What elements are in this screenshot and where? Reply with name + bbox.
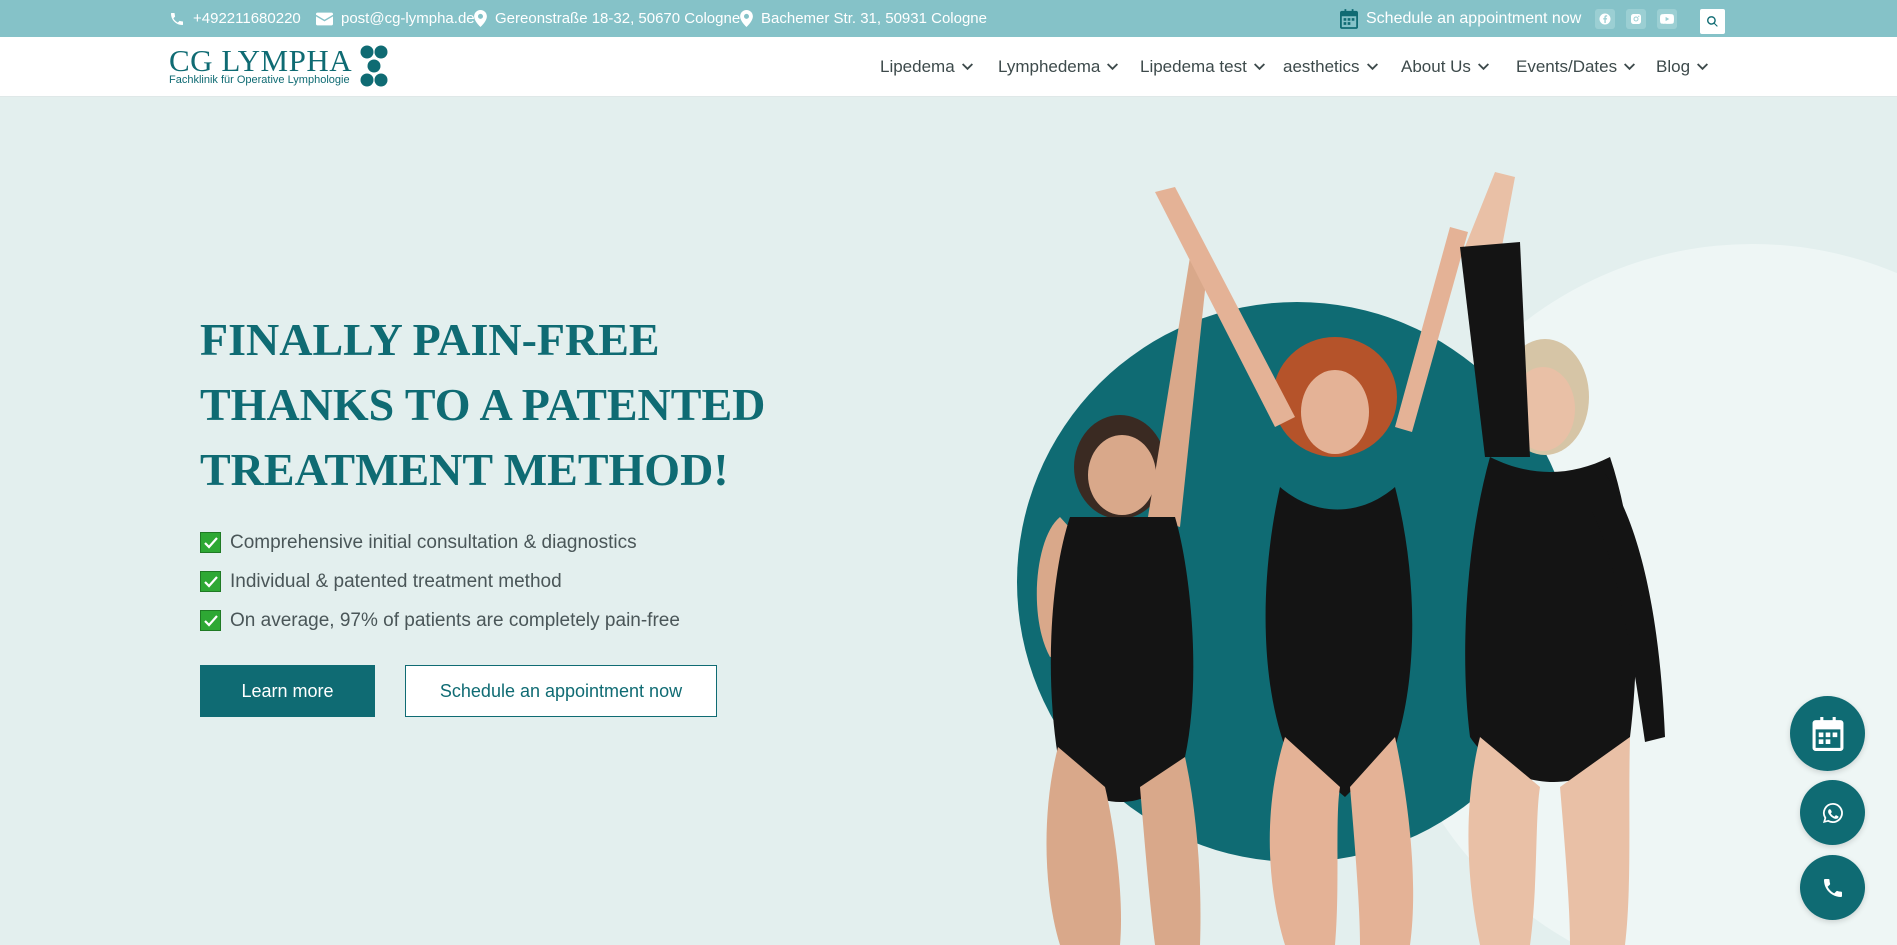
chevron-down-icon xyxy=(961,63,973,71)
nav-label: About Us xyxy=(1401,57,1471,76)
floating-whatsapp-button[interactable] xyxy=(1800,780,1865,845)
top-bar: +492211680220 post@cg-lympha.de Gereonst… xyxy=(0,0,1897,37)
checkmark-icon xyxy=(200,610,221,631)
hero-image xyxy=(940,97,1897,945)
calendar-icon xyxy=(1812,716,1843,751)
nav-label: Lymphedema xyxy=(998,57,1101,76)
instagram-icon[interactable] xyxy=(1626,9,1646,29)
map-pin-icon xyxy=(474,10,487,27)
chevron-down-icon xyxy=(1107,63,1119,71)
facebook-icon[interactable] xyxy=(1595,9,1615,29)
address-1: Gereonstraße 18-32, 50670 Cologne xyxy=(495,10,741,27)
schedule-appointment-button[interactable]: Schedule an appointment now xyxy=(405,665,717,717)
nav-label: Lipedema xyxy=(880,57,955,76)
benefit-item: Comprehensive initial consultation & dia… xyxy=(200,523,680,562)
chevron-down-icon xyxy=(1624,63,1636,71)
phone-number: +492211680220 xyxy=(193,10,301,27)
benefit-list: Comprehensive initial consultation & dia… xyxy=(200,523,680,640)
whatsapp-icon xyxy=(1822,802,1843,823)
appointment-text: Schedule an appointment now xyxy=(1366,9,1582,27)
nav-label: Blog xyxy=(1656,57,1691,76)
women-group-illustration xyxy=(1036,172,1665,945)
map-pin-icon xyxy=(740,10,753,27)
nav-lipedema[interactable]: Lipedema xyxy=(880,37,973,97)
nav-lymphedema[interactable]: Lymphedema xyxy=(998,37,1119,97)
email-link[interactable]: post@cg-lympha.de xyxy=(316,0,475,37)
nav-label: Lipedema test xyxy=(1140,57,1247,76)
floating-calendar-button[interactable] xyxy=(1790,696,1865,771)
benefit-item: On average, 97% of patients are complete… xyxy=(200,601,680,640)
learn-more-button[interactable]: Learn more xyxy=(200,665,375,717)
chevron-down-icon xyxy=(1477,63,1489,71)
nav-about-us[interactable]: About Us xyxy=(1401,37,1489,97)
benefit-item: Individual & patented treatment method xyxy=(200,562,680,601)
benefit-text: Comprehensive initial consultation & dia… xyxy=(230,531,637,553)
main-header: CG LYMPHA Fachklinik für Operative Lymph… xyxy=(0,37,1897,97)
address-2: Bachemer Str. 31, 50931 Cologne xyxy=(761,10,987,27)
chevron-down-icon xyxy=(1366,63,1378,71)
floating-phone-button[interactable] xyxy=(1800,855,1865,920)
address-link-1[interactable]: Gereonstraße 18-32, 50670 Cologne xyxy=(474,0,740,37)
logo-subtitle: Fachklinik für Operative Lymphologie xyxy=(169,74,350,86)
nav-label: aesthetics xyxy=(1283,57,1360,76)
benefit-text: Individual & patented treatment method xyxy=(230,570,562,592)
benefit-text: On average, 97% of patients are complete… xyxy=(230,609,680,631)
youtube-icon[interactable] xyxy=(1657,9,1677,29)
phone-icon xyxy=(1823,878,1842,897)
phone-icon xyxy=(171,12,183,25)
nav-events-dates[interactable]: Events/Dates xyxy=(1516,37,1636,97)
envelope-icon xyxy=(316,12,333,25)
checkmark-icon xyxy=(200,532,221,553)
chevron-down-icon xyxy=(1697,63,1709,71)
nav-blog[interactable]: Blog xyxy=(1656,37,1709,97)
logo-mark-icon xyxy=(360,45,388,87)
address-link-2[interactable]: Bachemer Str. 31, 50931 Cologne xyxy=(740,0,987,37)
checkmark-icon xyxy=(200,571,221,592)
hero-title: FINALLY PAIN-FREE THANKS TO A PATENTED T… xyxy=(200,314,766,495)
phone-link[interactable]: +492211680220 xyxy=(169,0,301,37)
nav-label: Events/Dates xyxy=(1516,57,1618,76)
chevron-down-icon xyxy=(1253,63,1265,71)
calendar-icon xyxy=(1340,8,1358,29)
topbar-appointment-link[interactable]: Schedule an appointment now xyxy=(1340,0,1581,37)
nav-aesthetics[interactable]: aesthetics xyxy=(1283,37,1378,97)
email-address: post@cg-lympha.de xyxy=(341,10,475,27)
search-button[interactable] xyxy=(1700,9,1725,34)
search-icon xyxy=(1707,16,1718,27)
nav-lipedema-test[interactable]: Lipedema test xyxy=(1140,37,1265,97)
